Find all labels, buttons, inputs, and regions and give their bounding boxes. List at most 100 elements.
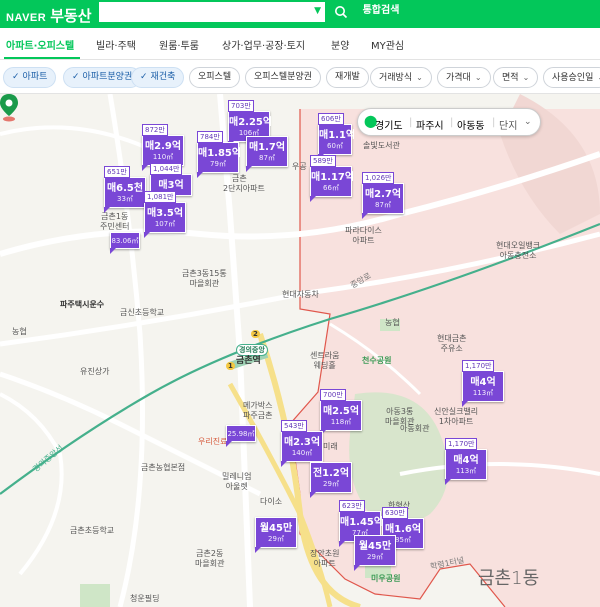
marker-price: 매1.45억	[340, 517, 384, 528]
map-canvas[interactable]: 금촌1동 주민센터 금촌 2단지아파트 솔빛도서관 우공 파라다이스 아파트 현대오…	[0, 94, 600, 607]
filter-area[interactable]: 면적 ⌄	[493, 67, 539, 88]
station-label[interactable]: 금촌역	[236, 356, 261, 366]
location-dong[interactable]: 아동동	[457, 117, 485, 132]
marker-price: 매4억	[453, 455, 479, 466]
filter-apartment-presale[interactable]: ✓ 아파트분양권	[63, 67, 142, 88]
place-label: 미래	[323, 442, 338, 451]
place-label: 금촌농협본점	[141, 463, 186, 472]
search-button[interactable]	[328, 0, 354, 24]
search-icon	[335, 6, 348, 19]
marker-price: 매4억	[470, 377, 496, 388]
price-marker[interactable]: 700만 매2.5억 118㎡	[320, 389, 362, 436]
top-bar: NAVER 부동산 ▼ 통합검색	[0, 0, 600, 28]
filter-price-range[interactable]: 가격대 ⌄	[437, 67, 491, 88]
place-label: 청운필딩	[130, 594, 160, 603]
marker-price: 월45만	[358, 541, 392, 552]
marker-area: 29㎡	[268, 535, 284, 543]
filter-label: 가격대	[446, 73, 471, 83]
marker-price: 매2.7억	[364, 189, 402, 200]
filter-label: 재건축	[150, 72, 176, 82]
integrated-search-button[interactable]: 통합검색	[356, 0, 406, 24]
price-per-unit: 872만	[142, 124, 168, 136]
place-label: 다이소	[260, 497, 283, 506]
place-label: 미우공원	[371, 574, 401, 583]
chevron-down-icon[interactable]: ▼	[314, 6, 321, 16]
place-label: 우공	[292, 162, 307, 171]
price-marker[interactable]: 784만 매1.85억 79㎡	[197, 131, 241, 178]
place-label: 현대자동차	[282, 290, 319, 299]
filter-label: 면적	[502, 73, 519, 83]
price-marker[interactable]: 589만 매1.17억 66㎡	[310, 155, 354, 202]
price-marker[interactable]: 전1.2억 29㎡	[310, 462, 352, 498]
district-label: 금촌1동	[478, 568, 540, 589]
price-marker[interactable]: 1,170만 매4억 113㎡	[462, 360, 504, 407]
check-icon: ✓	[72, 72, 80, 82]
filter-approval-date[interactable]: 사용승인일⌄	[543, 67, 600, 88]
price-marker[interactable]: 543만 매2.3억 140㎡	[281, 420, 323, 467]
price-marker[interactable]: 1,026만 매2.7억 87㎡	[362, 172, 404, 219]
place-label: 밀레니엄 아울렛	[222, 472, 252, 491]
marker-area: 87㎡	[259, 154, 275, 162]
separator: |	[450, 117, 454, 128]
price-per-unit: 651만	[104, 166, 130, 178]
tab-villa-house[interactable]: 빌라·주택	[96, 37, 136, 52]
tab-apartment-officetel[interactable]: 아파트·오피스텔	[6, 37, 74, 52]
tab-presale[interactable]: 분양	[331, 37, 349, 52]
price-marker[interactable]: 1,170만 매4억 113㎡	[445, 438, 487, 485]
marker-price: 월45만	[259, 523, 293, 534]
filter-officetel[interactable]: 오피스텔	[189, 67, 241, 88]
filter-reconstruction[interactable]: ✓ 재건축	[131, 67, 185, 88]
place-label: 금촌초등학교	[70, 526, 115, 535]
exit-badge: 1	[226, 362, 235, 370]
separator: |	[492, 117, 496, 128]
place-label: 금촌	[232, 174, 247, 183]
price-per-unit: 606만	[318, 113, 344, 125]
place-label: 파주택시운수	[60, 300, 105, 309]
filter-redevelopment[interactable]: 재개발	[326, 67, 369, 88]
marker-price: 전1.2억	[312, 468, 350, 479]
exit-badge: 2	[251, 330, 260, 338]
price-per-unit: 623만	[339, 500, 365, 512]
price-marker[interactable]: 월45만 29㎡	[255, 517, 297, 553]
category-nav: 아파트·오피스텔 빌라·주택 원룸·투룸 상가·업무·공장·토지 분양 MY관심	[0, 28, 600, 60]
filter-transaction-type[interactable]: 거래방식 ⌄	[370, 67, 432, 88]
tab-commercial-land[interactable]: 상가·업무·공장·토지	[222, 37, 305, 52]
search-input[interactable]: ▼	[98, 1, 326, 23]
price-per-unit: 630만	[382, 507, 408, 519]
unit-selector[interactable]: 단지	[499, 117, 517, 132]
marker-area: 66㎡	[323, 184, 339, 192]
place-label: 현대오일뱅크 아동충전소	[496, 241, 541, 260]
price-per-unit: 1,170만	[462, 360, 495, 372]
price-per-unit: 589만	[310, 155, 336, 167]
filter-apartment[interactable]: ✓ 아파트	[3, 67, 57, 88]
road	[0, 125, 161, 156]
chevron-down-icon[interactable]: ⌄	[524, 117, 532, 127]
tab-my-interest[interactable]: MY관심	[371, 37, 404, 52]
tab-oneroom-tworoom[interactable]: 원룸·투룸	[159, 37, 199, 52]
filter-label: 거래방식	[379, 73, 413, 83]
marker-area: 110㎡	[152, 153, 174, 161]
price-marker[interactable]: 매1.7억 87㎡	[246, 136, 288, 172]
location-province[interactable]: 경기도	[375, 117, 403, 132]
price-per-unit: 1,170만	[445, 438, 478, 450]
price-marker[interactable]: 872만매2.9억 110㎡	[142, 124, 184, 171]
price-marker[interactable]: 83.06㎡	[110, 232, 140, 254]
place-label: 아동회관	[400, 424, 430, 433]
park-block	[80, 584, 110, 607]
price-per-unit: 1,026만	[362, 172, 395, 184]
price-per-unit: 1,044만	[150, 163, 183, 175]
location-pin-icon[interactable]	[0, 94, 18, 122]
price-per-unit: 703만	[228, 100, 254, 112]
price-marker[interactable]: 606만 매1.1억 60㎡	[318, 113, 356, 160]
price-marker[interactable]: 651만 매6.5천 33㎡	[104, 166, 146, 213]
filter-officetel-presale[interactable]: 오피스텔분양권	[245, 67, 321, 88]
price-marker[interactable]: 월45만 29㎡	[354, 535, 396, 571]
price-marker[interactable]: 25.98㎡	[226, 425, 256, 447]
marker-price: 매2.9억	[144, 141, 182, 152]
location-city[interactable]: 파주시	[416, 117, 444, 132]
marker-area: 83.06㎡	[111, 237, 139, 245]
marker-area: 29㎡	[323, 480, 339, 488]
naver-logo[interactable]: NAVER 부동산	[6, 5, 92, 26]
price-marker[interactable]: 1,081만 매3.5억 107㎡	[144, 191, 186, 238]
marker-price: 매1.1억	[319, 130, 356, 141]
